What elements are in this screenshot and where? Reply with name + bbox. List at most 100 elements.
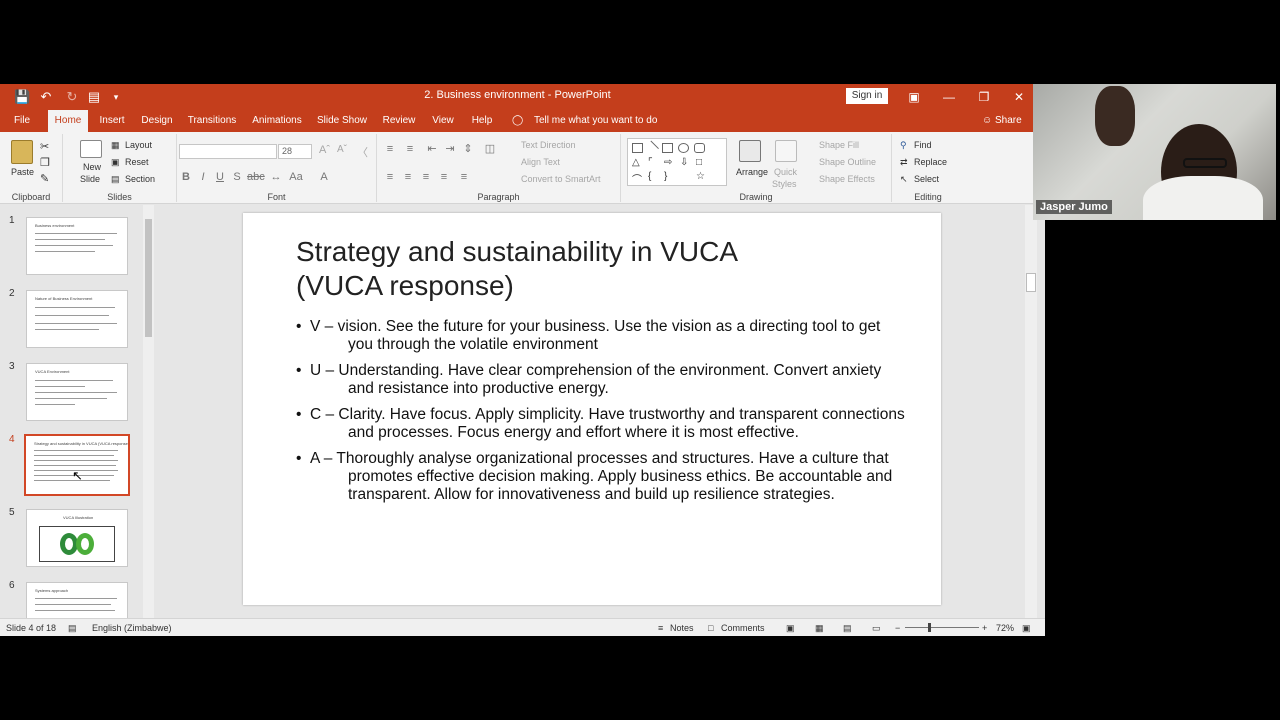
current-slide[interactable]: Strategy and sustainability in VUCA (VUC… [243, 213, 941, 605]
text-box-shape-icon[interactable] [632, 143, 643, 153]
curve-shape-icon[interactable]: ⌒ [632, 171, 642, 186]
sign-in-button[interactable]: Sign in [846, 88, 888, 104]
connector-shape-icon[interactable]: ⌜ [648, 157, 653, 168]
slide-title[interactable]: Strategy and sustainability in VUCA (VUC… [296, 235, 916, 303]
find-button[interactable]: Find [914, 140, 932, 150]
shape-effects-button[interactable]: Shape Effects [819, 174, 875, 184]
quick-styles-label-1[interactable]: Quick [774, 167, 797, 177]
increase-indent-icon[interactable]: ⇥ [443, 142, 457, 156]
align-right-icon[interactable]: ≡ [419, 170, 433, 184]
star-shape-icon[interactable]: ☆ [696, 171, 705, 182]
tab-view[interactable]: View [426, 110, 460, 132]
character-spacing-icon[interactable]: ↔ [269, 170, 283, 184]
font-color-icon[interactable]: A [317, 170, 331, 184]
minimize-icon[interactable]: — [934, 87, 964, 107]
restore-icon[interactable]: ❐ [969, 87, 999, 107]
new-slide-label-2[interactable]: Slide [80, 174, 100, 184]
align-left-icon[interactable]: ≡ [383, 170, 397, 184]
format-painter-icon[interactable]: ✎ [40, 172, 49, 185]
callout-shape-icon[interactable]: □ [696, 157, 702, 168]
font-size-input[interactable]: 28 [278, 144, 312, 159]
quick-styles-label-2[interactable]: Styles [772, 179, 797, 189]
slide-show-icon[interactable]: ▭ [872, 623, 881, 634]
strikethrough-icon[interactable]: abc [247, 170, 265, 184]
tell-me-search[interactable]: ◯ Tell me what you want to do [512, 110, 657, 132]
decrease-font-icon[interactable]: Aˇ [337, 144, 347, 155]
tab-animations[interactable]: Animations [248, 110, 306, 132]
share-button[interactable]: ☺ Share [982, 110, 1022, 132]
zoom-in-icon[interactable]: + [982, 623, 987, 633]
tab-file[interactable]: File [6, 110, 38, 132]
tab-home[interactable]: Home [48, 110, 88, 132]
decrease-indent-icon[interactable]: ⇤ [425, 142, 439, 156]
shadow-icon[interactable]: S [230, 170, 244, 184]
language-indicator[interactable]: English (Zimbabwe) [92, 623, 172, 633]
triangle-shape-icon[interactable]: △ [632, 157, 640, 168]
quick-styles-icon[interactable] [775, 140, 797, 162]
tab-transitions[interactable]: Transitions [184, 110, 240, 132]
oval-shape-icon[interactable] [678, 143, 689, 153]
comments-button[interactable]: Comments [721, 623, 765, 633]
normal-view-icon[interactable]: ▣ [786, 623, 795, 634]
new-slide-icon[interactable] [80, 140, 102, 158]
slide-thumbnail[interactable]: Systems approach [26, 582, 128, 618]
slide-thumbnail[interactable]: VUCA Environment [26, 363, 128, 421]
shapes-gallery[interactable]: △ ⌜ ⇨ ⇩ □ ⌒ { } ☆ [627, 138, 727, 186]
paste-icon[interactable] [11, 140, 33, 164]
bullets-icon[interactable]: ≡ [383, 142, 397, 156]
clear-formatting-icon[interactable]: 〈 [357, 144, 368, 160]
tab-design[interactable]: Design [136, 110, 178, 132]
bold-icon[interactable]: B [179, 170, 193, 184]
paste-button[interactable]: Paste [11, 167, 34, 177]
numbering-icon[interactable]: ≡ [403, 142, 417, 156]
increase-font-icon[interactable]: Aˆ [319, 144, 330, 156]
arrange-icon[interactable] [739, 140, 761, 162]
arrow-down-shape-icon[interactable]: ⇩ [680, 157, 688, 168]
select-button[interactable]: Select [914, 174, 939, 184]
canvas-scrollbar[interactable] [1025, 205, 1037, 618]
reset-button[interactable]: Reset [125, 157, 149, 167]
tab-help[interactable]: Help [466, 110, 498, 132]
justify-icon[interactable]: ≡ [437, 170, 451, 184]
zoom-out-icon[interactable]: − [895, 623, 900, 633]
canvas-scrollbar-thumb[interactable] [1026, 273, 1036, 292]
line-shape-icon[interactable] [644, 140, 659, 156]
tab-insert[interactable]: Insert [94, 110, 130, 132]
zoom-slider[interactable] [905, 627, 979, 628]
font-name-input[interactable] [179, 144, 277, 159]
change-case-icon[interactable]: Aa [289, 170, 303, 184]
new-slide-label-1[interactable]: New [83, 162, 101, 172]
align-center-icon[interactable]: ≡ [401, 170, 415, 184]
underline-icon[interactable]: U [213, 170, 227, 184]
fit-slide-icon[interactable]: ▣ [1022, 623, 1031, 634]
line-spacing-icon[interactable]: ⇕ [461, 142, 475, 156]
rounded-rect-shape-icon[interactable] [694, 143, 705, 153]
slide-bullet-list[interactable]: • V – vision. See the future for your bus… [296, 318, 906, 512]
notes-button[interactable]: Notes [670, 623, 694, 633]
slide-sorter-icon[interactable]: ▦ [815, 623, 824, 634]
italic-icon[interactable]: I [196, 170, 210, 184]
spell-check-icon[interactable]: ▤ [68, 623, 77, 634]
section-button[interactable]: Section [125, 174, 155, 184]
slide-thumbnail[interactable]: VUCA Illustration [26, 509, 128, 567]
close-icon[interactable]: ✕ [1004, 87, 1034, 107]
rectangle-shape-icon[interactable] [662, 143, 673, 153]
zoom-slider-handle[interactable] [928, 623, 931, 632]
slide-thumbnail-active[interactable]: Strategy and sustainability in VUCA (VUC… [24, 434, 130, 496]
slide-thumbnail[interactable]: Nature of Business Environment [26, 290, 128, 348]
brace-shape-icon[interactable]: { [648, 171, 651, 182]
arrow-shape-icon[interactable]: ⇨ [664, 157, 672, 168]
zoom-level[interactable]: 72% [996, 623, 1014, 633]
arrange-button[interactable]: Arrange [736, 167, 768, 177]
thumbnails-scrollbar-thumb[interactable] [145, 219, 152, 337]
layout-button[interactable]: Layout [125, 140, 152, 150]
convert-smartart-button[interactable]: Convert to SmartArt [521, 174, 601, 184]
reading-view-icon[interactable]: ▤ [843, 623, 852, 634]
tab-slide-show[interactable]: Slide Show [314, 110, 370, 132]
brace-right-shape-icon[interactable]: } [664, 171, 667, 182]
text-direction-button[interactable]: Text Direction [521, 140, 576, 150]
distributed-icon[interactable]: ≡ [457, 170, 471, 184]
slide-thumbnail[interactable]: Business environment [26, 217, 128, 275]
align-text-button[interactable]: Align Text [521, 157, 560, 167]
shape-fill-button[interactable]: Shape Fill [819, 140, 859, 150]
